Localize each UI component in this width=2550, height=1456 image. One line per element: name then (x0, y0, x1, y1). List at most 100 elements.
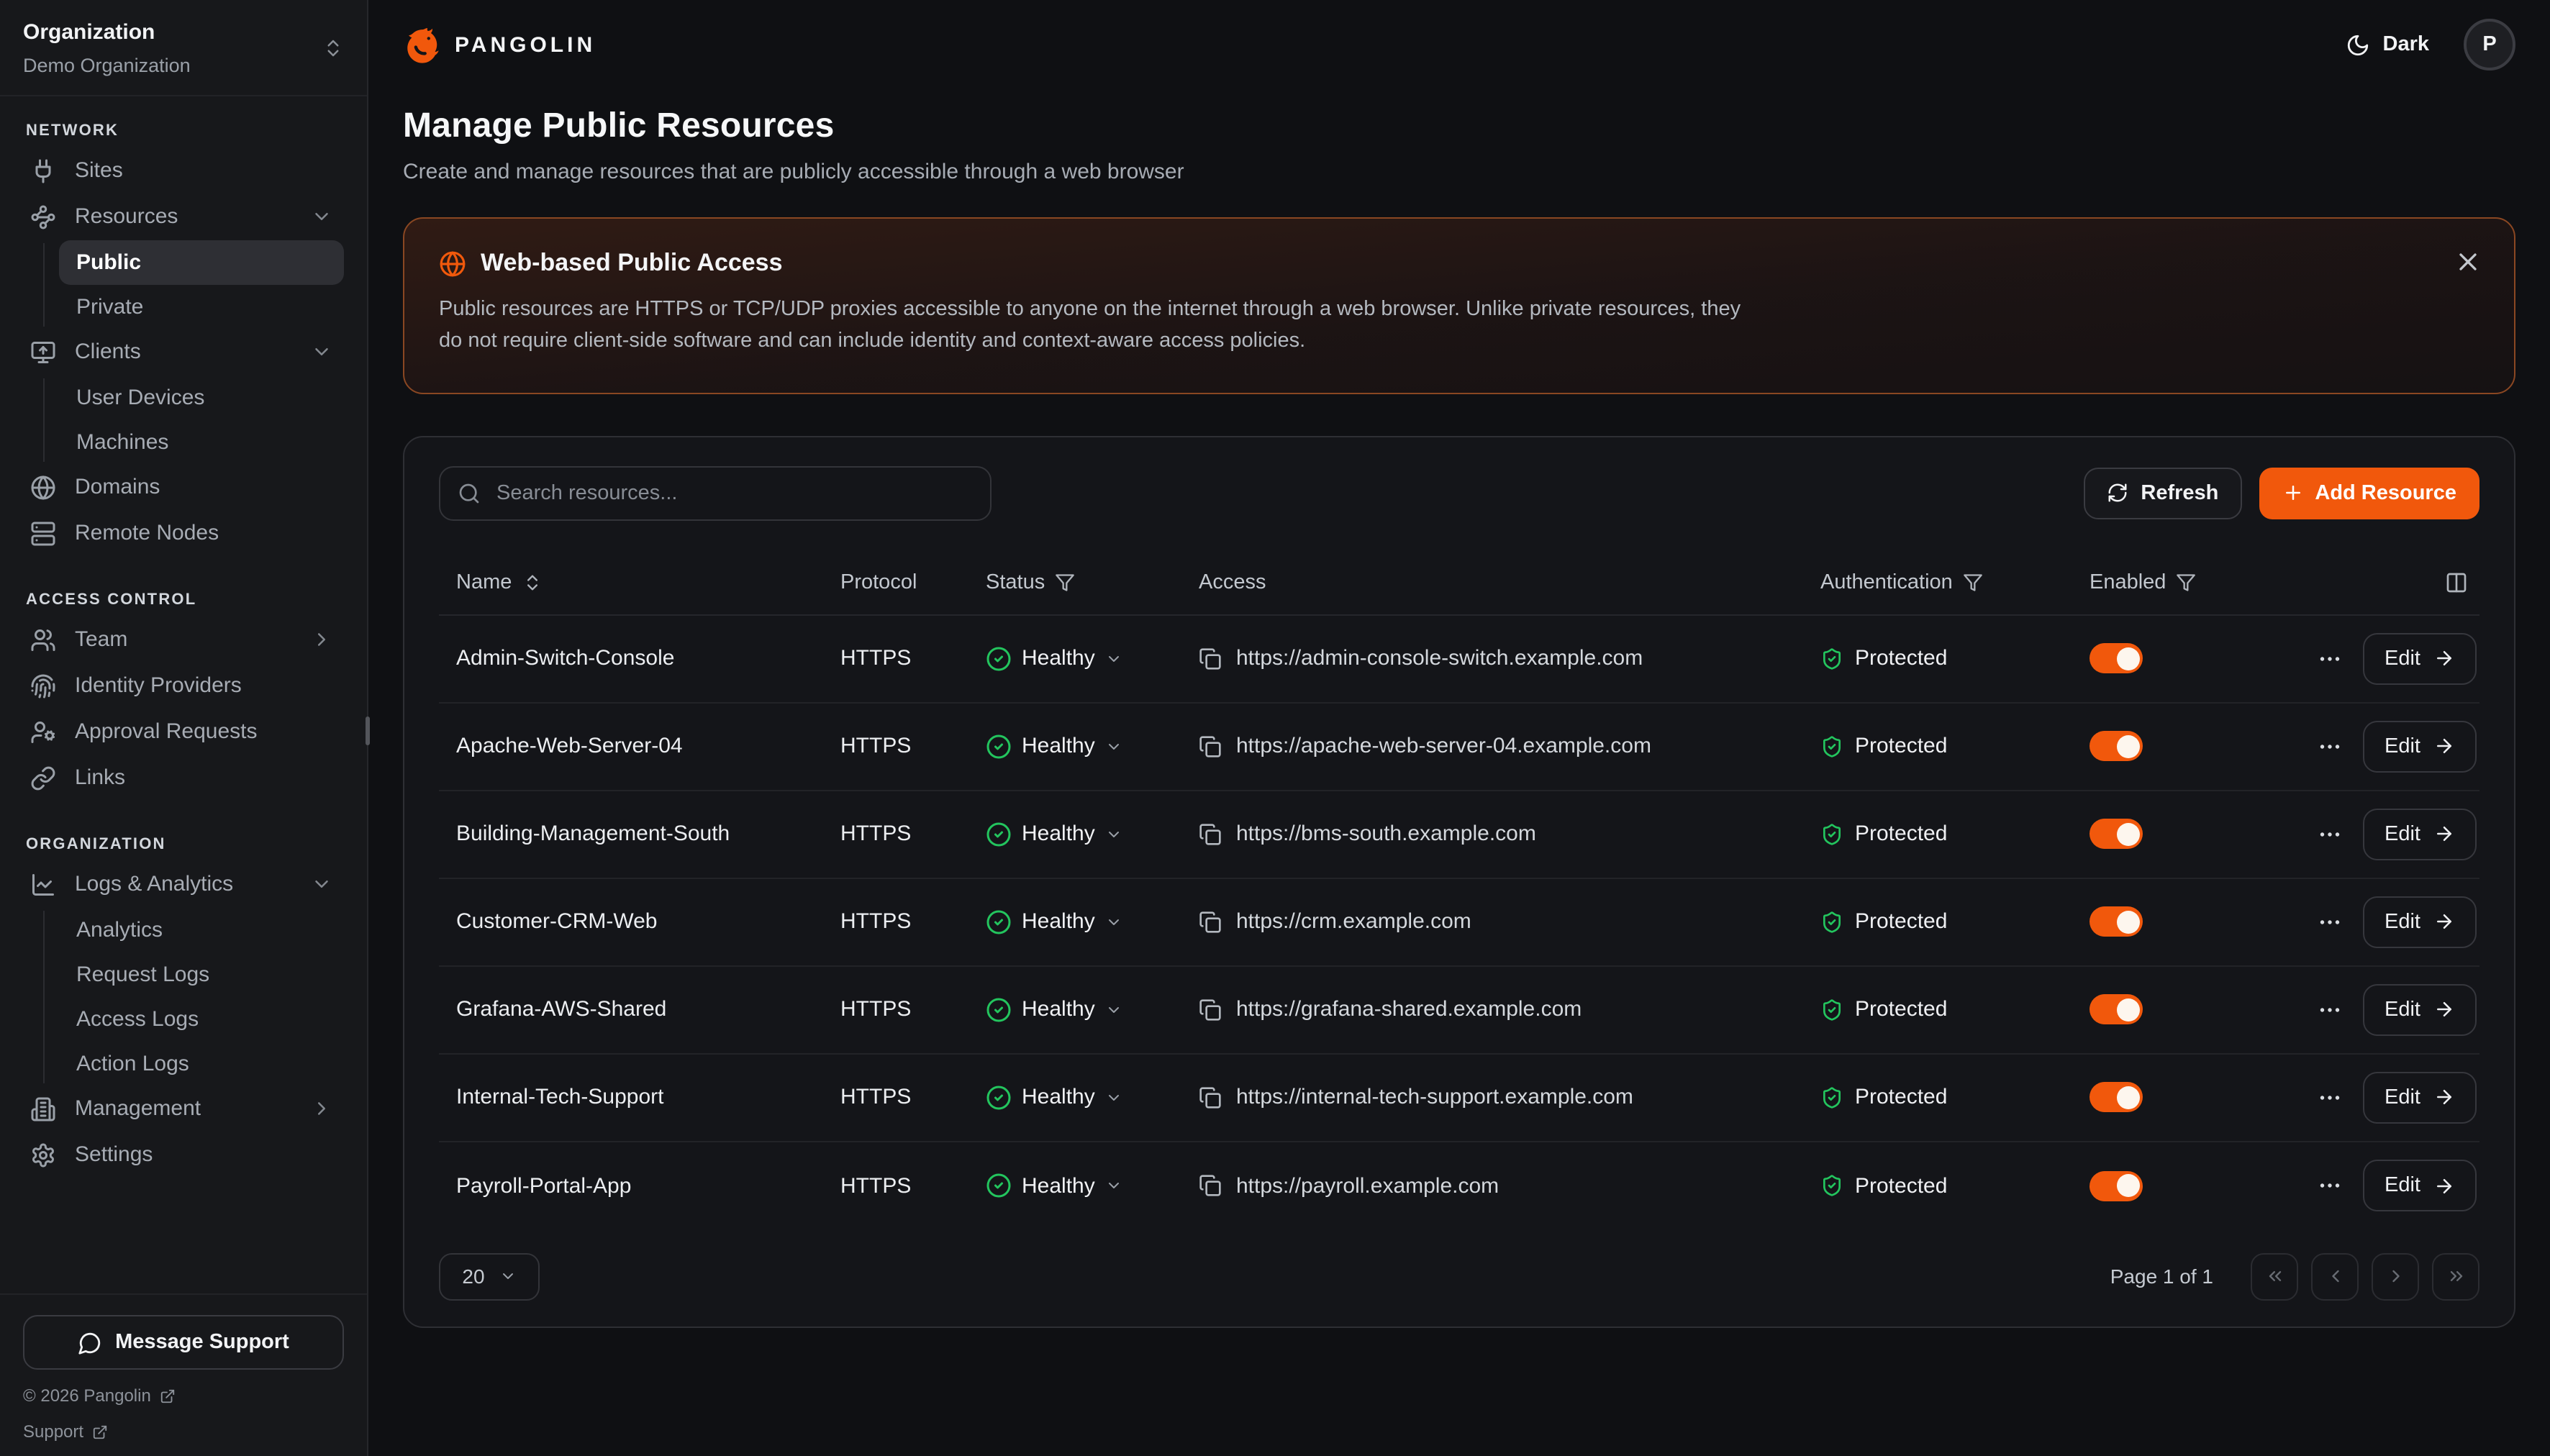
last-page-button[interactable] (2432, 1253, 2479, 1301)
sidebar-item-logs-analytics[interactable]: Logs & Analytics (23, 861, 344, 907)
columns-view-icon[interactable] (2445, 572, 2468, 595)
refresh-button[interactable]: Refresh (2083, 468, 2241, 519)
status-dropdown[interactable]: Healthy (986, 997, 1122, 1023)
message-support-button[interactable]: Message Support (23, 1315, 344, 1370)
status-dropdown[interactable]: Healthy (986, 822, 1122, 847)
copyright-link[interactable]: © 2026 Pangolin (23, 1386, 344, 1406)
copy-icon[interactable] (1199, 647, 1222, 670)
avatar[interactable]: P (2464, 19, 2515, 70)
sidebar-item-sites[interactable]: Sites (23, 147, 344, 194)
circle-check-icon (986, 1173, 1012, 1199)
org-switcher[interactable]: Organization Demo Organization (0, 0, 367, 96)
sidebar-item-machines[interactable]: Machines (59, 419, 344, 464)
status-dropdown[interactable]: Healthy (986, 909, 1122, 935)
sidebar-item-clients[interactable]: Clients (23, 329, 344, 375)
page-size-select[interactable]: 20 (439, 1253, 540, 1301)
cell-access: https://grafana-shared.example.com (1181, 998, 1803, 1022)
status-dropdown[interactable]: Healthy (986, 734, 1122, 760)
close-icon[interactable] (2454, 247, 2482, 276)
auth-badge: Protected (1820, 1086, 1947, 1110)
enabled-toggle[interactable] (2090, 1083, 2143, 1113)
row-menu-button[interactable] (2317, 822, 2343, 847)
sort-icon[interactable] (522, 573, 542, 593)
external-link-icon (160, 1388, 176, 1403)
copy-icon[interactable] (1199, 1086, 1222, 1109)
previous-page-button[interactable] (2311, 1253, 2359, 1301)
status-dropdown[interactable]: Healthy (986, 1085, 1122, 1111)
edit-button[interactable]: Edit (2363, 1072, 2477, 1124)
status-label: Healthy (1022, 647, 1095, 671)
copy-icon[interactable] (1199, 735, 1222, 758)
enabled-toggle[interactable] (2090, 644, 2143, 674)
row-menu-button[interactable] (2317, 646, 2343, 672)
status-dropdown[interactable]: Healthy (986, 646, 1122, 672)
sidebar-item-private[interactable]: Private (59, 284, 344, 329)
sidebar-item-action-logs[interactable]: Action Logs (59, 1041, 344, 1086)
sidebar-item-identity-providers[interactable]: Identity Providers (23, 663, 344, 709)
sidebar-item-domains[interactable]: Domains (23, 464, 344, 510)
support-link[interactable]: Support (23, 1421, 344, 1442)
edit-label: Edit (2385, 1175, 2420, 1198)
enabled-toggle[interactable] (2090, 1171, 2143, 1201)
sidebar-item-links[interactable]: Links (23, 755, 344, 801)
sidebar-item-management[interactable]: Management (23, 1086, 344, 1132)
sidebar-item-remote-nodes[interactable]: Remote Nodes (23, 510, 344, 556)
edit-button[interactable]: Edit (2363, 721, 2477, 773)
resource-protocol: HTTPS (840, 647, 911, 671)
next-page-button[interactable] (2372, 1253, 2419, 1301)
filter-icon[interactable] (2176, 573, 2196, 593)
enabled-toggle[interactable] (2090, 907, 2143, 937)
search-icon (458, 482, 481, 505)
copy-icon[interactable] (1199, 1175, 1222, 1198)
enabled-toggle[interactable] (2090, 819, 2143, 850)
sidebar-item-team[interactable]: Team (23, 616, 344, 663)
first-page-button[interactable] (2251, 1253, 2298, 1301)
cell-authentication: Protected (1803, 998, 2072, 1022)
add-resource-button[interactable]: Add Resource (2259, 468, 2479, 519)
sidebar-section-organization: ORGANIZATIONLogs & AnalyticsAnalyticsReq… (23, 824, 344, 1178)
filter-icon[interactable] (1055, 573, 1075, 593)
column-header-status[interactable]: Status (968, 572, 1181, 595)
row-menu-button[interactable] (2317, 1173, 2343, 1199)
copy-icon[interactable] (1199, 998, 1222, 1022)
row-menu-button[interactable] (2317, 1085, 2343, 1111)
enabled-toggle[interactable] (2090, 995, 2143, 1025)
copy-icon[interactable] (1199, 911, 1222, 934)
row-menu-button[interactable] (2317, 909, 2343, 935)
row-menu-button[interactable] (2317, 734, 2343, 760)
sidebar-item-user-devices[interactable]: User Devices (59, 375, 344, 419)
cell-name: Building-Management-South (439, 822, 823, 847)
sidebar-item-request-logs[interactable]: Request Logs (59, 952, 344, 996)
theme-toggle-button[interactable]: Dark (2337, 31, 2438, 58)
plus-icon (2282, 483, 2303, 504)
sidebar-item-analytics[interactable]: Analytics (59, 907, 344, 952)
table-row: Internal-Tech-SupportHTTPSHealthyhttps:/… (439, 1055, 2479, 1142)
org-switcher-label: Organization (23, 19, 322, 47)
edit-button[interactable]: Edit (2363, 809, 2477, 860)
edit-button[interactable]: Edit (2363, 896, 2477, 948)
cell-authentication: Protected (1803, 1174, 2072, 1198)
row-menu-button[interactable] (2317, 997, 2343, 1023)
sidebar-item-approval-requests[interactable]: Approval Requests (23, 709, 344, 755)
cell-enabled (2072, 907, 2288, 937)
shield-check-icon (1820, 735, 1843, 758)
edit-button[interactable]: Edit (2363, 1160, 2477, 1212)
sidebar-item-access-logs[interactable]: Access Logs (59, 996, 344, 1041)
cell-status: Healthy (968, 822, 1181, 847)
status-dropdown[interactable]: Healthy (986, 1173, 1122, 1199)
sidebar-item-public[interactable]: Public (59, 240, 344, 284)
table-footer: 20 Page 1 of 1 (439, 1230, 2479, 1301)
sidebar-resize-handle[interactable] (366, 716, 370, 745)
sidebar-item-resources[interactable]: Resources (23, 194, 344, 240)
edit-button[interactable]: Edit (2363, 984, 2477, 1036)
chevron-down-icon (1105, 738, 1122, 755)
filter-icon[interactable] (1963, 573, 1983, 593)
search-input[interactable] (494, 481, 973, 506)
column-header-enabled[interactable]: Enabled (2072, 572, 2288, 595)
sidebar-item-settings[interactable]: Settings (23, 1132, 344, 1178)
copy-icon[interactable] (1199, 823, 1222, 846)
column-header-authentication[interactable]: Authentication (1803, 572, 2072, 595)
edit-button[interactable]: Edit (2363, 633, 2477, 685)
enabled-toggle[interactable] (2090, 732, 2143, 762)
column-header-name[interactable]: Name (439, 572, 823, 595)
